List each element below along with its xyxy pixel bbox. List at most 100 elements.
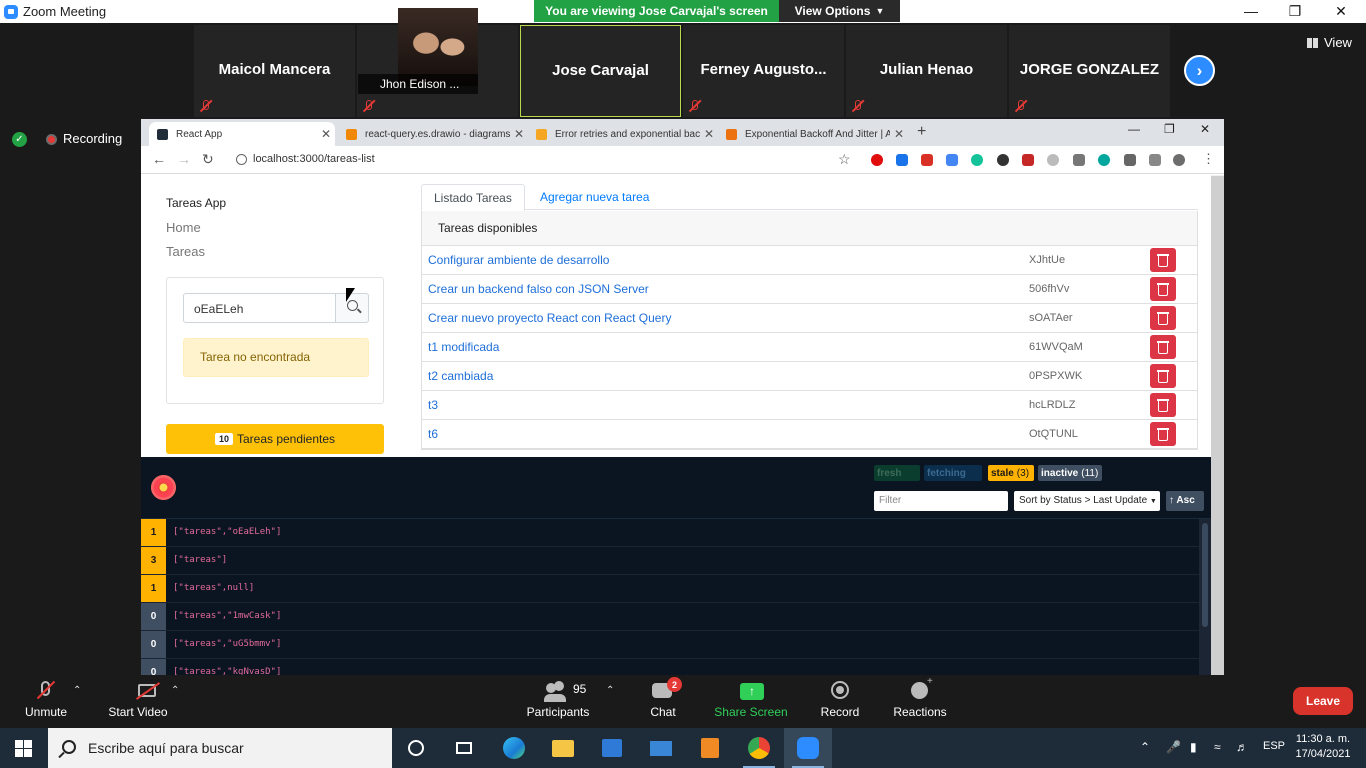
extension-icon[interactable] [1098, 154, 1110, 166]
audio-options-caret-icon[interactable]: ⌃ [73, 685, 81, 696]
query-row[interactable]: 0 ["tareas","1mwCask"] [141, 603, 1199, 631]
tab-close-icon[interactable]: ✕ [317, 127, 335, 141]
nav-link-home[interactable]: Home [166, 220, 201, 235]
more-menu-icon[interactable]: ⋮ [1202, 151, 1215, 167]
chat-button[interactable]: 2 Chat [643, 675, 683, 728]
query-row[interactable]: 0 ["tareas","uG5bmmv"] [141, 631, 1199, 659]
info-icon[interactable] [236, 154, 247, 165]
leave-button[interactable]: Leave [1293, 687, 1353, 715]
sort-select[interactable]: Sort by Status > Last Update ▼ [1014, 491, 1160, 511]
extension-icon[interactable] [1047, 154, 1059, 166]
participant-tile-active[interactable]: Jose Carvajal [520, 25, 681, 117]
nav-link-tareas[interactable]: Tareas [166, 244, 205, 259]
reactions-button[interactable]: + Reactions [892, 675, 948, 728]
query-row[interactable]: 1 ["tareas",null] [141, 575, 1199, 603]
participant-tile[interactable]: Ferney Augusto... [683, 25, 844, 117]
browser-tab[interactable]: Exponential Backoff And Jitter | A ✕ [718, 122, 908, 146]
view-button[interactable]: View [1307, 35, 1352, 50]
chrome-icon[interactable] [735, 728, 783, 768]
start-video-button[interactable]: Start Video [106, 675, 170, 728]
filter-input[interactable]: Filter [874, 491, 1008, 511]
sort-direction-button[interactable]: ↑ Asc [1166, 491, 1204, 511]
delete-trash-icon[interactable] [1150, 248, 1176, 272]
tab-close-icon[interactable]: ✕ [890, 127, 908, 141]
cast-icon[interactable] [1149, 154, 1161, 166]
task-title-link[interactable]: Crear nuevo proyecto React con React Que… [428, 311, 671, 325]
extension-icon[interactable] [921, 154, 933, 166]
task-title-link[interactable]: Configurar ambiente de desarrollo [428, 253, 609, 267]
translate-extension-icon[interactable] [946, 154, 958, 166]
query-row[interactable]: 0 ["tareas","kgNvasD"] [141, 659, 1199, 675]
video-options-caret-icon[interactable]: ⌃ [171, 685, 179, 696]
devtools-scrollbar[interactable] [1199, 519, 1211, 675]
unmute-button[interactable]: Unmute [22, 675, 70, 728]
view-options-button[interactable]: View Options ▼ [779, 0, 900, 22]
wifi-icon[interactable]: ≈ [1214, 740, 1221, 754]
pending-tasks-button[interactable]: 10 Tareas pendientes [166, 424, 384, 454]
task-view-icon[interactable] [440, 728, 488, 768]
delete-trash-icon[interactable] [1150, 306, 1176, 330]
participants-button[interactable]: 95 Participants [524, 675, 592, 728]
url-input[interactable]: localhost:3000/tareas-list [253, 153, 375, 165]
language-indicator[interactable]: ESP [1263, 740, 1285, 752]
tab-listado[interactable]: Listado Tareas [421, 184, 525, 211]
profile-avatar[interactable] [1173, 154, 1185, 166]
tray-overflow-icon[interactable]: ⌃ [1140, 740, 1150, 754]
reload-icon[interactable]: ↻ [202, 151, 214, 168]
taskbar-search-input[interactable]: Escribe aquí para buscar [48, 728, 392, 768]
microphone-icon[interactable]: 🎤 [1166, 740, 1181, 754]
bookmark-star-icon[interactable]: ☆ [838, 151, 851, 168]
participant-tile[interactable]: Maicol Mancera [194, 25, 355, 117]
browser-close-button[interactable]: ✕ [1200, 122, 1210, 136]
task-title-link[interactable]: t6 [428, 427, 438, 441]
record-button[interactable]: Record [818, 675, 862, 728]
delete-trash-icon[interactable] [1150, 364, 1176, 388]
extension-icon[interactable] [896, 154, 908, 166]
task-title-link[interactable]: Crear un backend falso con JSON Server [428, 282, 649, 296]
back-icon[interactable]: ← [152, 151, 166, 167]
delete-trash-icon[interactable] [1150, 422, 1176, 446]
eyedropper-extension-icon[interactable] [1073, 154, 1085, 166]
maximize-button[interactable]: ❐ [1272, 0, 1318, 22]
minimize-button[interactable]: — [1228, 0, 1274, 22]
store-icon[interactable] [588, 728, 636, 768]
app-brand[interactable]: Tareas App [166, 196, 226, 210]
task-title-link[interactable]: t2 cambiada [428, 369, 493, 383]
participant-tile[interactable]: Julian Henao [846, 25, 1007, 117]
browser-tab[interactable]: React App ✕ [149, 122, 335, 146]
browser-minimize-button[interactable]: — [1128, 122, 1140, 136]
browser-maximize-button[interactable]: ❐ [1164, 122, 1175, 136]
security-shield-icon[interactable]: ✓ [12, 132, 27, 147]
windows-start-icon[interactable] [15, 740, 32, 757]
battery-icon[interactable]: ▮ [1190, 740, 1197, 754]
search-input[interactable]: oEaELeh [183, 293, 336, 323]
task-title-link[interactable]: t1 modificada [428, 340, 499, 354]
block-extension-icon[interactable] [997, 154, 1009, 166]
media-app-icon[interactable] [686, 728, 734, 768]
close-button[interactable]: ✕ [1318, 0, 1364, 22]
new-tab-button[interactable]: + [917, 123, 926, 141]
browser-tab[interactable]: react-query.es.drawio - diagrams ✕ [338, 122, 528, 146]
react-query-logo-icon[interactable] [149, 473, 178, 502]
extension-icon[interactable] [1022, 154, 1034, 166]
query-row[interactable]: 3 ["tareas"] [141, 547, 1199, 575]
volume-icon[interactable]: ♬ [1236, 740, 1248, 754]
share-screen-button[interactable]: ↑ Share Screen [714, 675, 788, 728]
edge-icon[interactable] [490, 728, 538, 768]
puzzle-extensions-icon[interactable] [1124, 154, 1136, 166]
mail-icon[interactable] [637, 728, 685, 768]
participants-caret-icon[interactable]: ⌃ [606, 685, 614, 696]
tab-close-icon[interactable]: ✕ [510, 127, 528, 141]
opera-extension-icon[interactable] [871, 154, 883, 166]
zoom-app-icon[interactable] [784, 728, 832, 768]
browser-tab[interactable]: Error retries and exponential bac ✕ [528, 122, 718, 146]
forward-icon[interactable]: → [177, 151, 191, 167]
next-page-button[interactable]: › [1184, 55, 1215, 86]
grammarly-extension-icon[interactable] [971, 154, 983, 166]
delete-trash-icon[interactable] [1150, 277, 1176, 301]
cortana-icon[interactable] [392, 728, 440, 768]
delete-trash-icon[interactable] [1150, 393, 1176, 417]
file-explorer-icon[interactable] [539, 728, 587, 768]
tab-agregar[interactable]: Agregar nueva tarea [528, 184, 661, 211]
delete-trash-icon[interactable] [1150, 335, 1176, 359]
